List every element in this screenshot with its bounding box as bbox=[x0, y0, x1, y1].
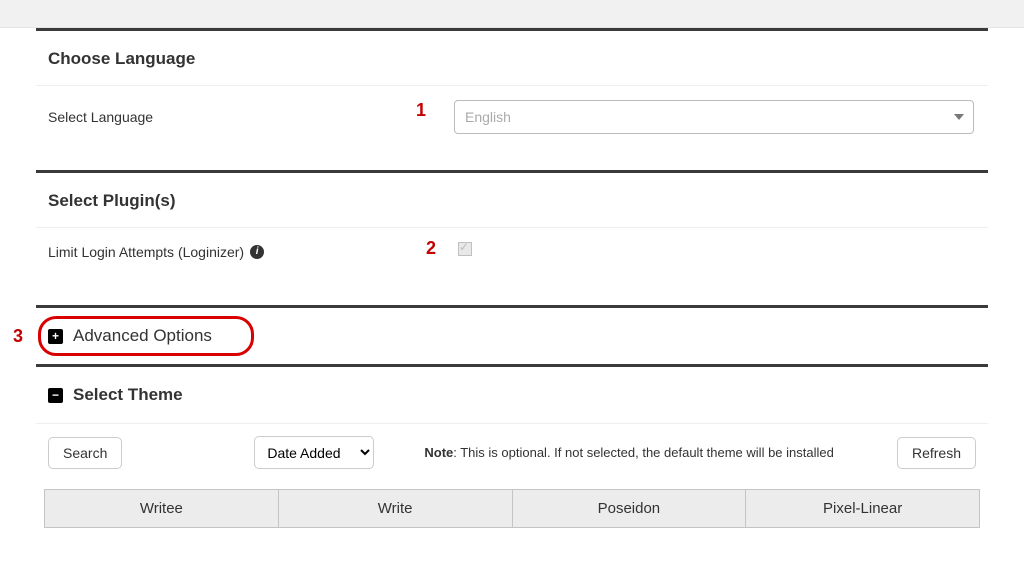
annotation-1: 1 bbox=[416, 100, 426, 121]
loginizer-label: Limit Login Attempts (Loginizer) i bbox=[48, 244, 388, 260]
select-language-label: Select Language bbox=[48, 109, 388, 125]
sort-select[interactable]: Date Added bbox=[254, 436, 374, 469]
loginizer-row: Limit Login Attempts (Loginizer) i 2 bbox=[36, 228, 988, 305]
plus-icon: + bbox=[48, 329, 63, 344]
search-button[interactable]: Search bbox=[48, 437, 122, 469]
advanced-options-toggle[interactable]: + Advanced Options bbox=[36, 308, 988, 364]
theme-option[interactable]: Pixel-Linear bbox=[746, 489, 980, 528]
info-icon[interactable]: i bbox=[250, 245, 264, 259]
select-plugins-heading: Select Plugin(s) bbox=[36, 173, 988, 227]
loginizer-checkbox bbox=[458, 242, 472, 256]
theme-option[interactable]: Writee bbox=[44, 489, 279, 528]
select-language-row: Select Language 1 English bbox=[36, 86, 988, 170]
theme-controls: Search Date Added Note: This is optional… bbox=[36, 424, 988, 489]
theme-option[interactable]: Write bbox=[279, 489, 513, 528]
topbar bbox=[0, 0, 1024, 28]
select-theme-toggle[interactable]: − Select Theme bbox=[36, 367, 988, 423]
refresh-button[interactable]: Refresh bbox=[897, 437, 976, 469]
advanced-options-label: Advanced Options bbox=[73, 326, 212, 346]
annotation-3: 3 bbox=[13, 326, 23, 347]
theme-option[interactable]: Poseidon bbox=[513, 489, 747, 528]
language-select[interactable]: English bbox=[454, 100, 974, 134]
page-content: Choose Language Select Language 1 Englis… bbox=[0, 28, 1024, 528]
theme-note: Note: This is optional. If not selected,… bbox=[424, 445, 881, 460]
select-theme-label: Select Theme bbox=[73, 385, 183, 405]
annotation-2: 2 bbox=[426, 238, 436, 259]
minus-icon: − bbox=[48, 388, 63, 403]
choose-language-heading: Choose Language bbox=[36, 31, 988, 85]
theme-grid: Writee Write Poseidon Pixel-Linear bbox=[44, 489, 980, 528]
